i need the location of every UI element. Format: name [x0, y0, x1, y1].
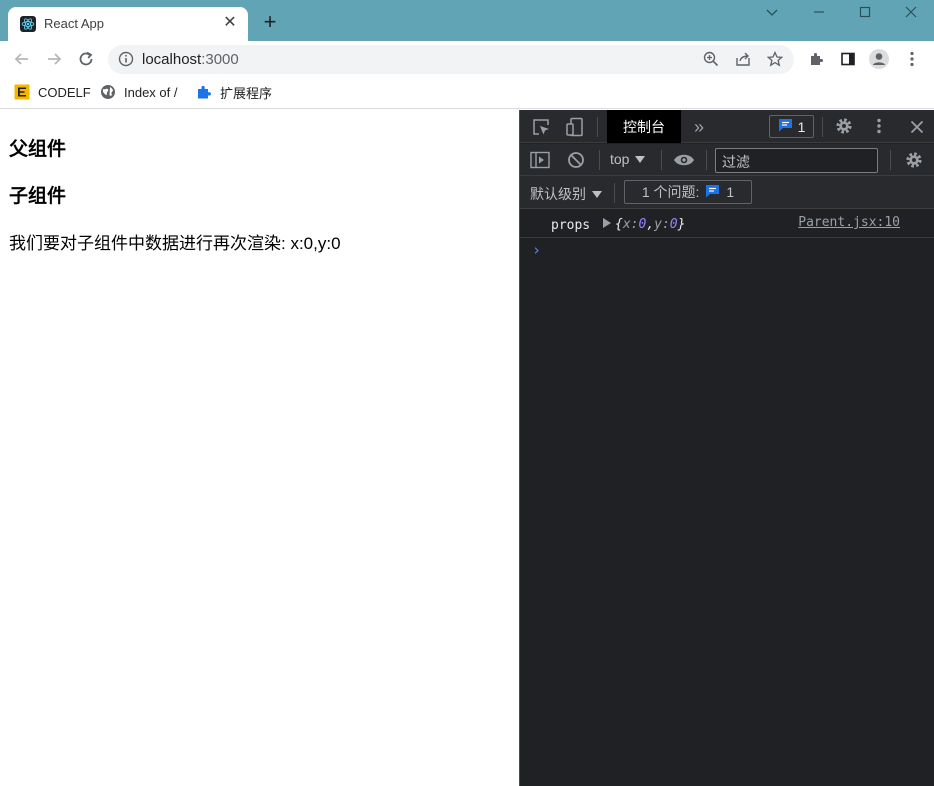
- tab-title: React App: [44, 16, 104, 31]
- message-icon: [778, 118, 793, 135]
- devtools-menu-icon[interactable]: [869, 115, 889, 137]
- toolbar-divider: [614, 183, 615, 203]
- log-message: props: [551, 218, 591, 233]
- message-icon: [705, 184, 720, 201]
- tab-console[interactable]: 控制台: [607, 110, 681, 143]
- back-button[interactable]: [10, 47, 34, 71]
- url-port: :3000: [201, 51, 239, 68]
- address-bar[interactable]: localhost:3000: [108, 45, 794, 74]
- console-filter-input[interactable]: 过滤: [715, 148, 878, 173]
- page-viewport: 父组件 子组件 我们要对子组件中数据进行再次渲染: x:0,y:0: [0, 110, 519, 786]
- bookmark-label: 扩展程序: [220, 85, 273, 101]
- side-panel-icon[interactable]: [837, 48, 859, 70]
- bookmark-index[interactable]: Index of /: [100, 83, 177, 101]
- toolbar-divider: [599, 150, 600, 170]
- dropdown-triangle-icon: [635, 151, 646, 167]
- tab-search-icon[interactable]: [757, 4, 787, 24]
- bookmark-label: Index of /: [124, 84, 178, 100]
- info-icon[interactable]: [116, 49, 136, 69]
- close-devtools-icon[interactable]: [906, 116, 928, 138]
- object-close-brace: }: [677, 217, 686, 232]
- child-text: 我们要对子组件中数据进行再次渲染: x:0,y:0: [9, 234, 341, 253]
- context-label: top: [610, 151, 630, 167]
- inspect-element-icon[interactable]: [530, 116, 552, 138]
- object-key-y: y: [654, 217, 662, 232]
- object-colon: :: [661, 217, 670, 232]
- star-icon[interactable]: [765, 49, 785, 69]
- bookmark-codelf[interactable]: CODELF: [14, 83, 91, 101]
- browser-toolbar: localhost:3000: [0, 41, 934, 77]
- object-key-x: x: [622, 217, 631, 232]
- expand-triangle-icon[interactable]: [603, 217, 611, 232]
- device-toolbar-icon[interactable]: [564, 116, 586, 138]
- minimize-icon[interactable]: [804, 4, 834, 24]
- object-comma: ,: [646, 217, 655, 232]
- profile-avatar-icon[interactable]: [868, 48, 890, 70]
- object-value-x: 0: [638, 217, 647, 232]
- forward-button[interactable]: [42, 47, 66, 71]
- menu-dots-icon[interactable]: [901, 48, 923, 70]
- context-selector[interactable]: top: [610, 151, 646, 167]
- sidebar-toggle-icon[interactable]: [529, 150, 551, 170]
- log-object-preview[interactable]: {x: 0, y: 0}: [603, 217, 685, 232]
- issues-counter-button[interactable]: 1: [769, 115, 814, 138]
- more-tabs-icon[interactable]: »: [688, 116, 710, 138]
- object-colon: :: [630, 217, 639, 232]
- toolbar-divider: [822, 117, 823, 137]
- url-host: localhost: [142, 51, 202, 68]
- browser-tab[interactable]: React App ✕: [8, 7, 248, 41]
- object-value-y: 0: [669, 217, 678, 232]
- share-icon[interactable]: [733, 49, 753, 69]
- console-log-entry: props {x: 0, y: 0} Parent.jsx:10: [520, 210, 934, 238]
- maximize-icon[interactable]: [850, 4, 880, 24]
- issues-button[interactable]: 1 个问题: 1: [624, 180, 752, 204]
- settings-gear-icon[interactable]: [833, 115, 855, 137]
- bookmark-label: CODELF: [38, 84, 91, 100]
- devtools-panel: 控制台 » 1 top 过滤 默认级别 1 个问题: 1 props {x:…: [519, 110, 934, 786]
- child-heading: 子组件: [9, 186, 67, 207]
- globe-icon: [100, 84, 116, 100]
- console-toolbar: top 过滤: [520, 144, 934, 176]
- dropdown-triangle-icon: [592, 186, 602, 202]
- live-expression-eye-icon[interactable]: [672, 150, 696, 170]
- log-level-selector[interactable]: 默认级别: [530, 184, 602, 204]
- reload-button[interactable]: [74, 47, 98, 71]
- toolbar-divider: [890, 150, 891, 170]
- log-source-link[interactable]: Parent.jsx:10: [798, 215, 900, 230]
- close-window-icon[interactable]: [896, 4, 926, 24]
- log-level-label: 默认级别: [530, 186, 586, 202]
- console-levels-bar: 默认级别 1 个问题: 1: [520, 176, 934, 209]
- issues-label: 1 个问题:: [641, 184, 700, 200]
- puzzle-icon: [196, 84, 212, 100]
- parent-heading: 父组件: [9, 139, 67, 160]
- console-settings-gear-icon[interactable]: [903, 150, 925, 170]
- url-text[interactable]: localhost:3000: [142, 51, 239, 68]
- react-icon: [20, 16, 36, 32]
- codelf-icon: [14, 84, 30, 100]
- zoom-icon[interactable]: [701, 49, 721, 69]
- toolbar-divider: [597, 117, 598, 137]
- devtools-tabbar: 控制台 » 1: [520, 110, 934, 143]
- close-tab-icon[interactable]: ✕: [220, 13, 240, 33]
- new-tab-button[interactable]: +: [258, 11, 282, 35]
- issues-count: 1: [797, 118, 806, 135]
- console-prompt[interactable]: ›: [532, 241, 541, 259]
- extensions-icon[interactable]: [805, 48, 827, 70]
- object-open-brace: {: [615, 217, 623, 232]
- title-bar: React App ✕ +: [0, 0, 934, 41]
- toolbar-divider: [661, 150, 662, 170]
- toolbar-divider: [706, 150, 707, 170]
- bookmark-extensions[interactable]: 扩展程序: [196, 83, 272, 101]
- issues-label-count: 1: [726, 184, 735, 200]
- bookmarks-bar: CODELF Index of / 扩展程序: [0, 77, 934, 109]
- clear-console-icon[interactable]: [566, 150, 586, 170]
